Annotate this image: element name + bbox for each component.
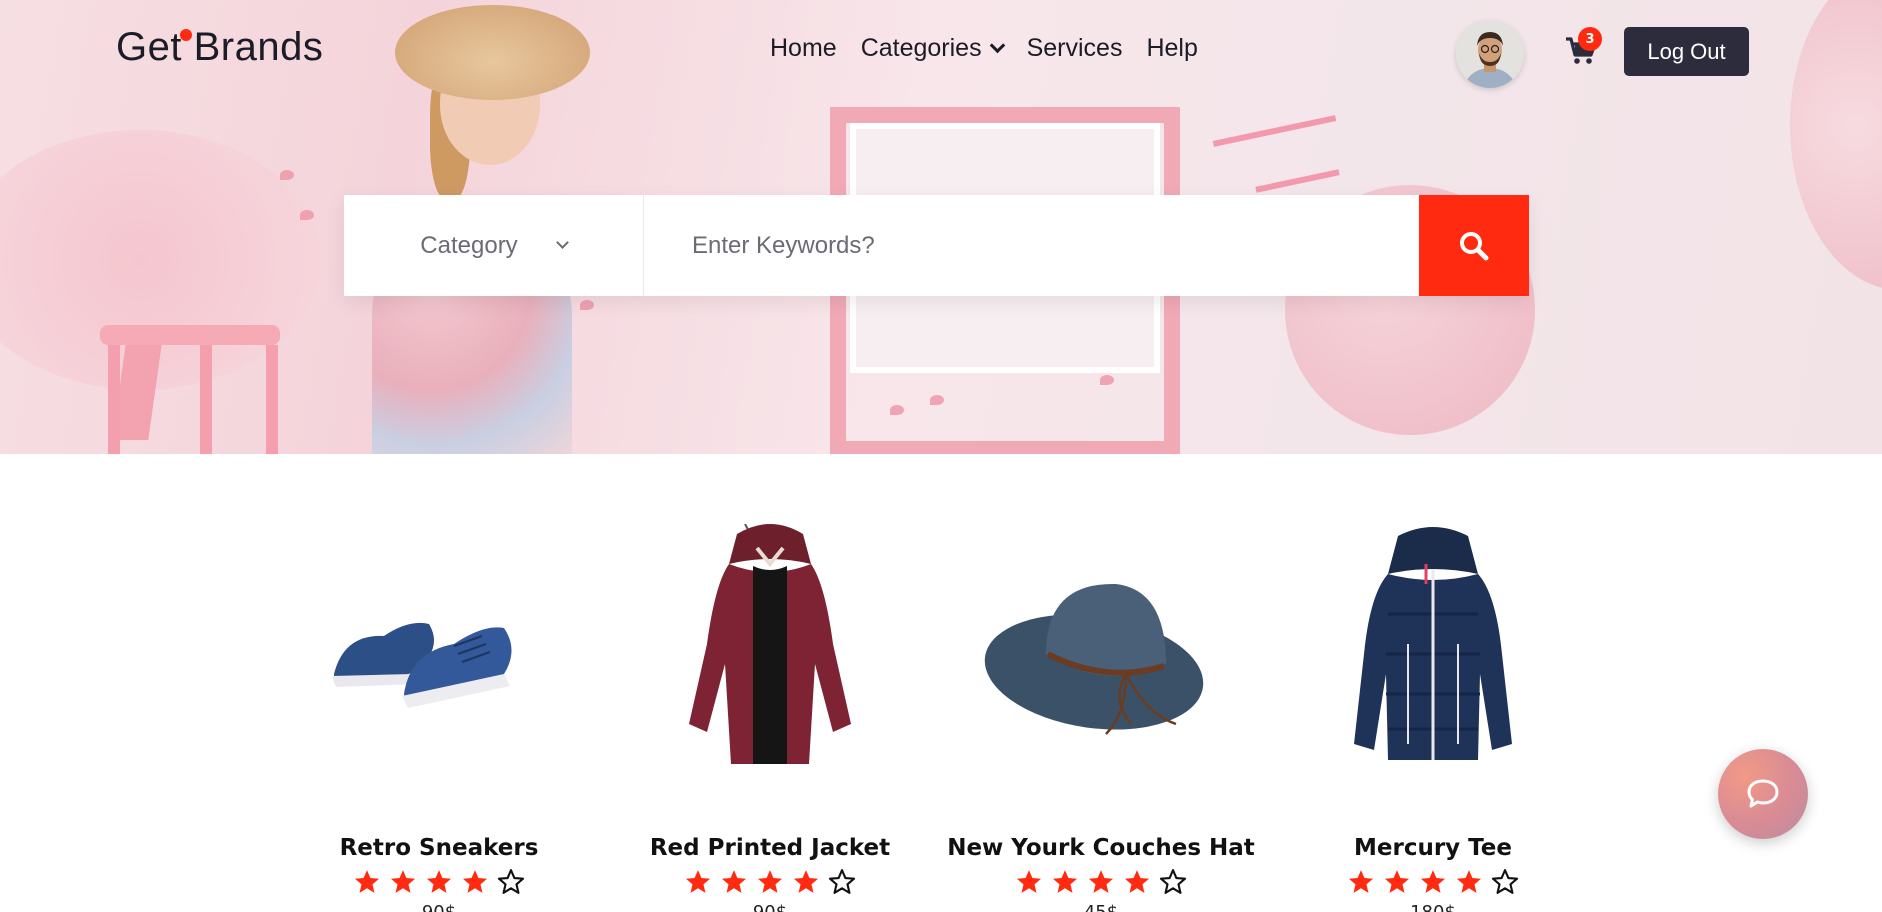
chevron-down-icon bbox=[555, 236, 569, 249]
rating-stars bbox=[1268, 868, 1598, 896]
category-select[interactable]: Category bbox=[344, 195, 644, 296]
product-card[interactable]: Red Printed Jacket 90$ bbox=[605, 454, 935, 912]
sneakers-image[interactable] bbox=[314, 524, 564, 784]
product-name[interactable]: New Yourk Couches Hat bbox=[936, 835, 1266, 861]
petal-decor bbox=[280, 170, 294, 180]
petal-decor bbox=[580, 300, 594, 310]
star-filled-icon bbox=[1420, 870, 1446, 893]
rating-stars bbox=[936, 868, 1266, 896]
petal-decor bbox=[890, 405, 904, 415]
star-empty-icon bbox=[1159, 869, 1187, 894]
star-filled-icon bbox=[685, 870, 711, 893]
hero-decor-circle bbox=[1790, 0, 1882, 290]
nav-help-label: Help bbox=[1146, 34, 1198, 62]
product-price: 180$ bbox=[1268, 902, 1598, 912]
hero-decor-line bbox=[1255, 169, 1340, 193]
star-filled-icon bbox=[757, 870, 783, 893]
nav-help[interactable]: Help bbox=[1146, 34, 1197, 63]
main-nav: Home Categories Services Help bbox=[770, 34, 1198, 63]
hat-image[interactable] bbox=[976, 524, 1226, 784]
star-empty-icon bbox=[1491, 869, 1519, 894]
petal-decor bbox=[300, 210, 314, 220]
star-filled-icon bbox=[793, 870, 819, 893]
user-avatar[interactable] bbox=[1456, 20, 1524, 88]
puffer-jacket-image[interactable] bbox=[1308, 524, 1558, 784]
product-price: 90$ bbox=[274, 902, 604, 912]
star-filled-icon bbox=[1052, 870, 1078, 893]
chat-button[interactable] bbox=[1718, 749, 1808, 839]
star-filled-icon bbox=[1348, 870, 1374, 893]
star-filled-icon bbox=[1456, 870, 1482, 893]
product-card[interactable]: New Yourk Couches Hat 45$ bbox=[936, 454, 1266, 912]
coat-image[interactable] bbox=[645, 523, 895, 784]
nav-categories-label: Categories bbox=[860, 34, 982, 62]
nav-home[interactable]: Home bbox=[770, 34, 837, 63]
product-price: 90$ bbox=[605, 902, 935, 912]
chevron-down-icon bbox=[989, 37, 1005, 54]
nav-services-label: Services bbox=[1026, 34, 1123, 62]
star-filled-icon bbox=[1124, 870, 1150, 893]
chair-decor bbox=[200, 345, 212, 454]
hero-decor-line bbox=[1212, 115, 1337, 147]
star-filled-icon bbox=[354, 870, 380, 893]
product-card[interactable]: Retro Sneakers 90$ bbox=[274, 454, 604, 912]
star-filled-icon bbox=[390, 870, 416, 893]
star-filled-icon bbox=[1384, 870, 1410, 893]
logo-dot bbox=[180, 29, 192, 41]
cart-count-badge: 3 bbox=[1578, 27, 1602, 51]
nav-home-label: Home bbox=[770, 34, 837, 62]
product-name[interactable]: Mercury Tee bbox=[1268, 835, 1598, 861]
product-grid: Retro Sneakers 90$ Red Printed Jacket 90… bbox=[0, 454, 1882, 912]
chat-bubble-icon bbox=[1747, 779, 1779, 808]
product-name[interactable]: Red Printed Jacket bbox=[605, 835, 935, 861]
petal-decor bbox=[930, 395, 944, 405]
category-select-label: Category bbox=[420, 231, 518, 259]
model-photo bbox=[395, 5, 590, 100]
star-filled-icon bbox=[721, 870, 747, 893]
rating-stars bbox=[274, 868, 604, 896]
search-button[interactable] bbox=[1419, 195, 1529, 296]
brand-logo[interactable]: Get Brands bbox=[116, 25, 323, 70]
star-empty-icon bbox=[497, 869, 525, 894]
petal-decor bbox=[1100, 375, 1114, 385]
chair-decor bbox=[266, 345, 278, 454]
product-card[interactable]: Mercury Tee 180$ bbox=[1268, 454, 1598, 912]
nav-categories[interactable]: Categories bbox=[860, 34, 1005, 63]
logout-button[interactable]: Log Out bbox=[1624, 27, 1749, 76]
product-price: 45$ bbox=[936, 902, 1266, 912]
user-avatar-icon bbox=[1456, 20, 1524, 88]
rating-stars bbox=[605, 868, 935, 896]
star-filled-icon bbox=[426, 870, 452, 893]
chair-decor bbox=[108, 345, 120, 454]
star-filled-icon bbox=[1016, 870, 1042, 893]
search-bar: Category bbox=[344, 195, 1529, 296]
chair-decor bbox=[100, 325, 280, 345]
search-input[interactable] bbox=[644, 195, 1419, 296]
product-name[interactable]: Retro Sneakers bbox=[274, 835, 604, 861]
star-filled-icon bbox=[462, 870, 488, 893]
star-empty-icon bbox=[828, 869, 856, 894]
search-icon bbox=[1460, 231, 1489, 260]
nav-services[interactable]: Services bbox=[1027, 34, 1123, 63]
star-filled-icon bbox=[1088, 870, 1114, 893]
